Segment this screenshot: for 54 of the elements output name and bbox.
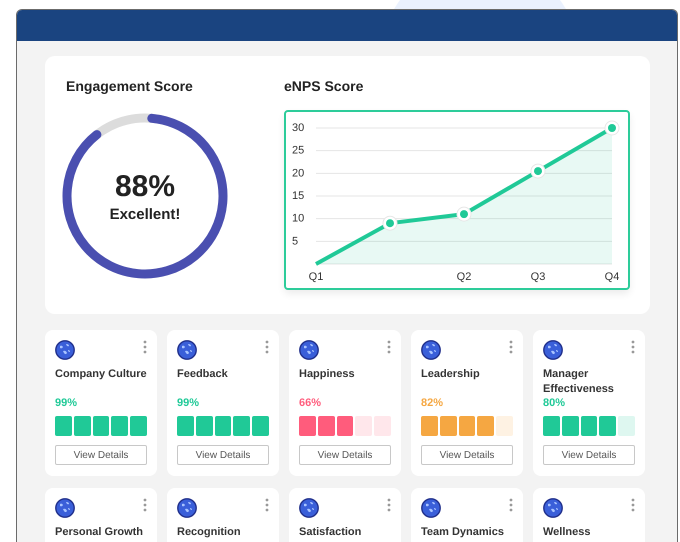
axis-label: 20 [292,167,304,180]
metric-percent: 66% [299,397,322,409]
section-title: eNPS Score [284,78,364,94]
axis-label: Q1 [308,271,324,283]
more-options-icon[interactable] [265,498,269,512]
more-options-icon[interactable] [143,340,147,354]
view-details-button[interactable]: View Details [55,445,147,465]
axis-label: 25 [292,144,304,157]
score-rating: Excellent! [110,206,180,222]
globe-icon [421,340,441,360]
axis-label: 15 [292,190,304,202]
globe-icon [299,498,319,518]
metric-title: Recognition [177,525,242,540]
more-options-icon[interactable] [631,498,635,512]
metric-title: Wellness [543,525,592,540]
view-details-button[interactable]: View Details [177,445,269,465]
metric-percent: 99% [177,397,200,409]
more-options-icon[interactable] [509,340,513,354]
more-options-icon[interactable] [631,340,635,354]
section-title: Engagement Score [66,78,194,94]
axis-label: Q2 [456,271,472,283]
globe-icon [543,498,563,518]
metric-title: Manager Effectiveness [543,367,615,397]
metric-title: Satisfaction [299,525,362,540]
view-details-button[interactable]: View Details [299,445,391,465]
more-options-icon[interactable] [387,498,391,512]
globe-icon [177,340,197,360]
globe-icon [177,498,197,518]
metric-title: Team Dynamics [421,525,505,540]
axis-label: Q4 [604,271,620,283]
metric-percent: 82% [421,397,444,409]
globe-icon [55,498,75,518]
axis-label: Q3 [530,271,546,283]
globe-icon [543,340,563,360]
metric-title: Leadership [421,367,481,382]
metric-title: Personal Growth [55,525,144,540]
metric-percent: 80% [543,397,566,409]
more-options-icon[interactable] [387,340,391,354]
metric-title: Company Culture [55,367,147,382]
metric-title: Happiness [299,367,356,382]
view-details-button[interactable]: View Details [421,445,513,465]
view-details-button[interactable]: View Details [543,445,635,465]
metric-title: Feedback [177,367,229,382]
axis-label: 10 [292,212,304,225]
globe-icon [55,340,75,360]
axis-label: 5 [292,235,298,248]
globe-icon [299,340,319,360]
more-options-icon[interactable] [509,498,513,512]
more-options-icon[interactable] [143,498,147,512]
more-options-icon[interactable] [265,340,269,354]
score-value: 88% [114,170,176,204]
metric-percent: 99% [55,397,78,409]
globe-icon [421,498,441,518]
axis-label: 30 [292,122,304,134]
